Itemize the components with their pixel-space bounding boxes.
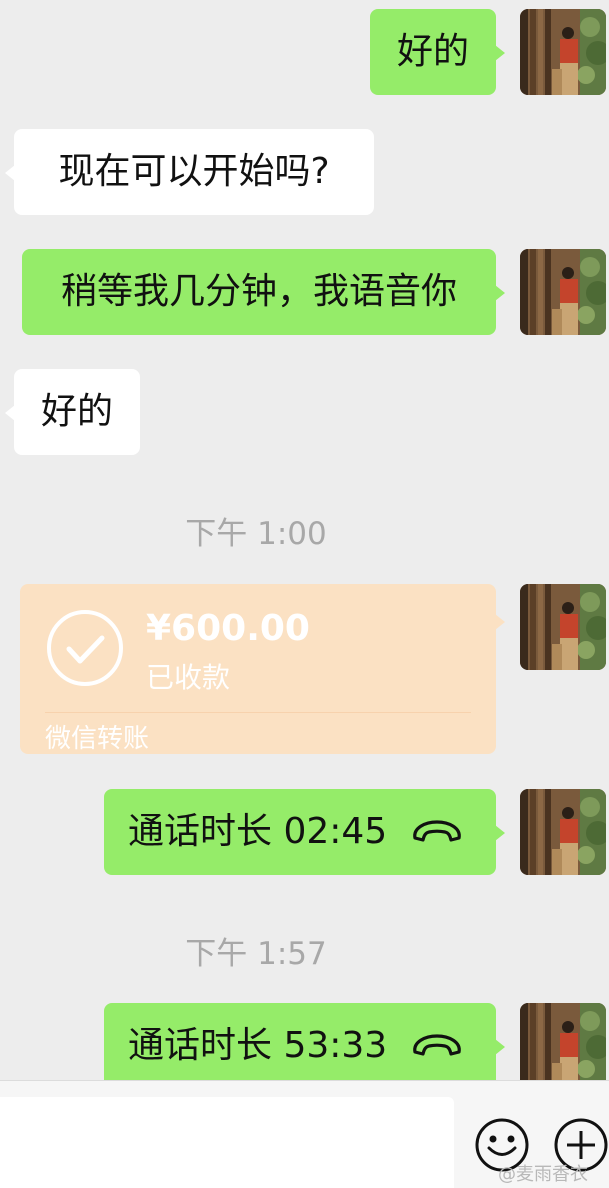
call-duration: 通话时长 53:33 [128, 1025, 388, 1066]
call-duration: 通话时长 02:45 [128, 811, 388, 852]
call-content: 通话时长 53:33 [128, 1003, 465, 1089]
avatar-image [520, 789, 606, 875]
watermark: @麦雨香衣 [498, 1164, 588, 1185]
transfer-card[interactable]: ¥600.00 已收款 微信转账 [20, 584, 505, 754]
message-input[interactable] [0, 1097, 454, 1188]
avatar-image [520, 584, 606, 670]
outgoing-message-bubble[interactable]: 好的 [370, 9, 505, 95]
voice-call-bubble[interactable]: 通话时长 02:45 [104, 789, 505, 875]
transfer-label: 微信转账 [45, 724, 150, 754]
avatar-image [520, 1003, 606, 1089]
phone-handset-icon [413, 820, 461, 842]
bubble-tail [495, 45, 505, 61]
bubble-tail [495, 285, 505, 301]
avatar[interactable] [520, 1003, 606, 1089]
transfer-amount: ¥600.00 [146, 608, 310, 649]
message-text: 好的 [40, 391, 113, 432]
incoming-message-bubble[interactable]: 好的 [5, 369, 140, 455]
transfer-status: 已收款 [146, 661, 231, 694]
timestamp: 下午 1:57 [185, 936, 327, 972]
incoming-message-bubble[interactable]: 现在可以开始吗? [5, 129, 374, 215]
avatar[interactable] [520, 249, 606, 335]
check-circle-icon [47, 610, 123, 686]
avatar-image [520, 9, 606, 95]
voice-call-bubble[interactable]: 通话时长 53:33 [104, 1003, 505, 1089]
phone-handset-icon [413, 1034, 461, 1056]
avatar[interactable] [520, 9, 606, 95]
bubble-tail [495, 1039, 505, 1055]
message-text: 现在可以开始吗? [58, 151, 330, 192]
message-text: 稍等我几分钟，我语音你 [60, 271, 457, 312]
avatar[interactable] [520, 584, 606, 670]
message-text: 好的 [396, 31, 469, 72]
divider [45, 712, 471, 713]
call-content: 通话时长 02:45 [128, 789, 465, 875]
bubble-tail [495, 825, 505, 841]
avatar[interactable] [520, 789, 606, 875]
avatar-image [520, 249, 606, 335]
timestamp: 下午 1:00 [185, 516, 327, 552]
outgoing-message-bubble[interactable]: 稍等我几分钟，我语音你 [22, 249, 505, 335]
bubble-tail [495, 614, 505, 630]
